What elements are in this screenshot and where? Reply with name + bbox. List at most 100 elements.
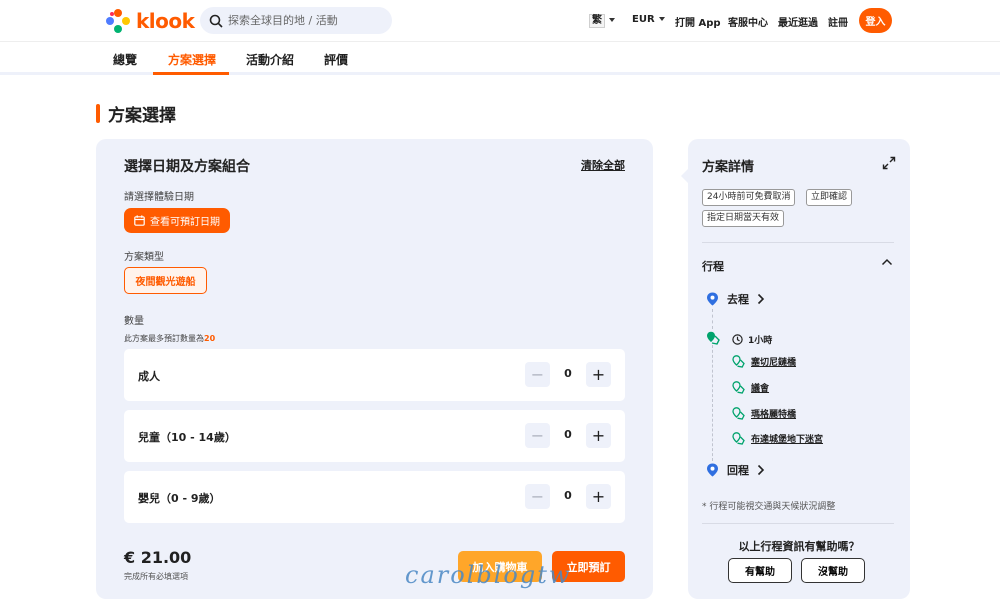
check-dates-button[interactable]: 查看可預訂日期 xyxy=(124,208,230,233)
search-icon xyxy=(209,14,223,28)
divider xyxy=(702,523,894,524)
adult-label: 成人 xyxy=(138,370,160,383)
date-label: 請選擇體驗日期 xyxy=(124,192,194,203)
price-note: 完成所有必填選項 xyxy=(124,572,188,581)
decrease-button[interactable]: − xyxy=(525,362,550,387)
quantity-value: 0 xyxy=(564,428,572,441)
infant-label: 嬰兒（0 - 9歲） xyxy=(138,492,221,505)
infant-quantity-stepper: − 0 + xyxy=(525,484,611,510)
quantity-value: 0 xyxy=(564,367,572,380)
itinerary-return[interactable]: 回程 xyxy=(706,462,765,478)
tab-overview[interactable]: 總覽 xyxy=(113,51,137,68)
package-details-card: 方案詳情 24小時前可免費取消 立即確認 指定日期當天有效 行程 去程 1小時 xyxy=(681,139,910,599)
location-pin-icon xyxy=(707,292,718,306)
itinerary-line xyxy=(712,309,713,329)
package-option-night-cruise[interactable]: 夜間觀光遊船 xyxy=(124,267,207,294)
chevron-down-icon xyxy=(658,17,665,21)
expand-icon[interactable] xyxy=(882,156,896,170)
login-button[interactable]: 登入 xyxy=(859,8,892,33)
quantity-row-adult: 成人 − 0 + xyxy=(124,349,625,401)
tab-activity-info[interactable]: 活動介紹 xyxy=(246,51,294,68)
chevron-down-icon xyxy=(609,18,615,22)
signup-link[interactable]: 註冊 xyxy=(828,14,848,29)
currency-label: EUR xyxy=(632,14,655,25)
logo-text: klook xyxy=(136,9,195,33)
tag-valid-date: 指定日期當天有效 xyxy=(702,210,785,227)
tag-instant-confirmation: 立即確認 xyxy=(806,189,853,206)
return-label: 回程 xyxy=(727,464,749,477)
klook-logo[interactable]: klook xyxy=(106,9,195,33)
helpful-yes-button[interactable]: 有幫助 xyxy=(728,558,792,583)
itinerary-point[interactable]: 議會 xyxy=(732,381,769,394)
quantity-row-child: 兒童（10 - 14歲） − 0 + xyxy=(124,410,625,462)
duration: 1小時 xyxy=(732,333,772,346)
currency-selector[interactable]: EUR xyxy=(632,14,665,25)
tab-reviews[interactable]: 評價 xyxy=(324,51,348,68)
point-label: 塞切尼鏈橋 xyxy=(751,358,797,368)
top-header: klook 繁 EUR 打開 App 客服中心 最近逛過 註冊 登入 xyxy=(0,0,1000,42)
page-title: 方案選擇 xyxy=(108,106,176,126)
help-center-link[interactable]: 客服中心 xyxy=(728,14,768,29)
chevron-up-icon[interactable] xyxy=(881,257,893,267)
location-pin-icon xyxy=(707,463,718,477)
quantity-row-infant: 嬰兒（0 - 9歲） − 0 + xyxy=(124,471,625,523)
language-selector[interactable]: 繁 xyxy=(589,14,615,28)
booking-card-title: 選擇日期及方案組合 xyxy=(124,159,250,175)
attraction-icon xyxy=(732,355,745,368)
package-type-label: 方案類型 xyxy=(124,252,164,263)
section-heading: 方案選擇 xyxy=(96,101,176,126)
quantity-value: 0 xyxy=(564,489,572,502)
itinerary-point[interactable]: 瑪格麗特橋 xyxy=(732,407,796,420)
open-app-link[interactable]: 打開 App xyxy=(675,14,721,29)
helpful-no-button[interactable]: 沒幫助 xyxy=(801,558,865,583)
divider xyxy=(702,242,894,243)
itinerary-note: * 行程可能視交通與天候狀況調整 xyxy=(702,502,836,512)
language-label: 繁 xyxy=(589,14,605,28)
section-accent-bar xyxy=(96,104,100,123)
child-label: 兒童（10 - 14歲） xyxy=(138,431,236,444)
klook-logo-icon xyxy=(106,9,130,33)
itinerary-line xyxy=(712,345,713,461)
quantity-label: 數量 xyxy=(124,316,144,327)
search-bar[interactable] xyxy=(200,7,392,34)
recently-viewed-link[interactable]: 最近逛過 xyxy=(778,14,818,29)
adult-quantity-stepper: − 0 + xyxy=(525,362,611,388)
departure-label: 去程 xyxy=(727,293,749,306)
decrease-button[interactable]: − xyxy=(525,484,550,509)
chevron-right-icon xyxy=(757,293,765,305)
search-input[interactable] xyxy=(228,14,378,27)
max-quantity-note: 此方案最多預訂數量為20 xyxy=(124,334,216,343)
chevron-right-icon xyxy=(757,464,765,476)
clear-all-link[interactable]: 清除全部 xyxy=(581,157,625,173)
attraction-pin-icon xyxy=(707,331,720,345)
watermark: carolblogtw xyxy=(405,561,572,589)
duration-label: 1小時 xyxy=(748,336,773,346)
attraction-icon xyxy=(732,432,745,445)
section-tabs: 總覽 方案選擇 活動介紹 評價 xyxy=(0,43,1000,75)
total-price: € 21.00 xyxy=(124,548,192,567)
tab-packages[interactable]: 方案選擇 xyxy=(168,51,216,68)
decrease-button[interactable]: − xyxy=(525,423,550,448)
itinerary-title: 行程 xyxy=(702,260,724,273)
details-title: 方案詳情 xyxy=(702,160,755,175)
calendar-icon xyxy=(134,215,145,226)
increase-button[interactable]: + xyxy=(586,362,611,387)
increase-button[interactable]: + xyxy=(586,423,611,448)
max-quantity-value: 20 xyxy=(204,334,216,343)
booking-card: 選擇日期及方案組合 清除全部 請選擇體驗日期 查看可預訂日期 方案類型 夜間觀光… xyxy=(96,139,653,599)
point-label: 布達城堡地下迷宮 xyxy=(751,435,824,445)
itinerary-departure[interactable]: 去程 xyxy=(706,291,765,307)
increase-button[interactable]: + xyxy=(586,484,611,509)
tag-free-cancellation: 24小時前可免費取消 xyxy=(702,189,796,206)
helpful-question: 以上行程資訊有幫助嗎？ xyxy=(738,540,860,553)
child-quantity-stepper: − 0 + xyxy=(525,423,611,449)
attraction-icon xyxy=(732,407,745,420)
point-label: 議會 xyxy=(751,384,770,394)
point-label: 瑪格麗特橋 xyxy=(751,410,797,420)
itinerary-point[interactable]: 布達城堡地下迷宮 xyxy=(732,432,823,445)
check-dates-label: 查看可預訂日期 xyxy=(150,217,220,228)
itinerary-point[interactable]: 塞切尼鏈橋 xyxy=(732,355,796,368)
clock-icon xyxy=(732,334,743,345)
attraction-icon xyxy=(732,381,745,394)
active-tab-indicator xyxy=(153,72,229,75)
